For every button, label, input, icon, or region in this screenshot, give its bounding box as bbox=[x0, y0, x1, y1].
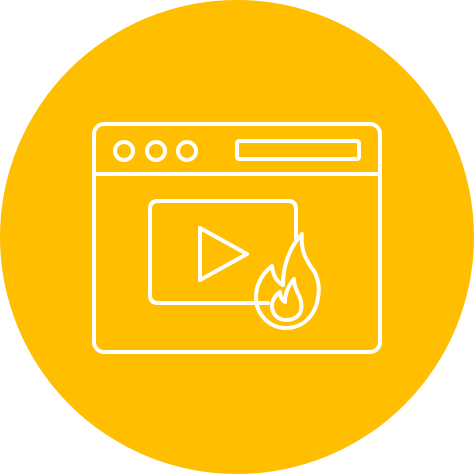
trending-video-icon bbox=[0, 0, 474, 474]
icon-canvas bbox=[0, 0, 474, 474]
background-circle bbox=[0, 0, 474, 474]
